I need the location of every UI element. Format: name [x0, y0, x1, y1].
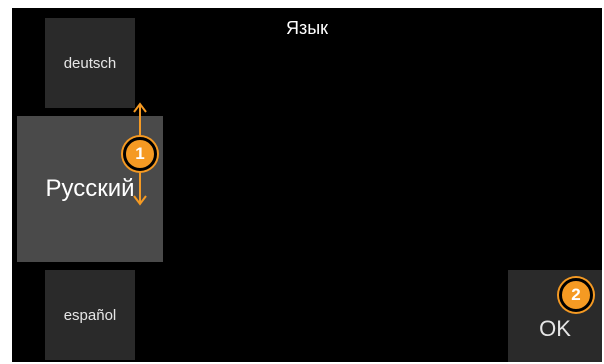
ok-button-label: OK [539, 316, 571, 341]
callout-marker-2: 2 [559, 278, 593, 312]
language-option-label: Русский [45, 175, 135, 202]
language-option-label: deutsch [63, 54, 117, 72]
language-option-label: español [63, 306, 117, 324]
language-option-next[interactable]: español [45, 270, 135, 360]
callout-marker-1: 1 [123, 137, 157, 171]
language-screen: Язык deutsch Русский español OK 1 2 [12, 8, 602, 362]
language-option-previous[interactable]: deutsch [45, 18, 135, 108]
